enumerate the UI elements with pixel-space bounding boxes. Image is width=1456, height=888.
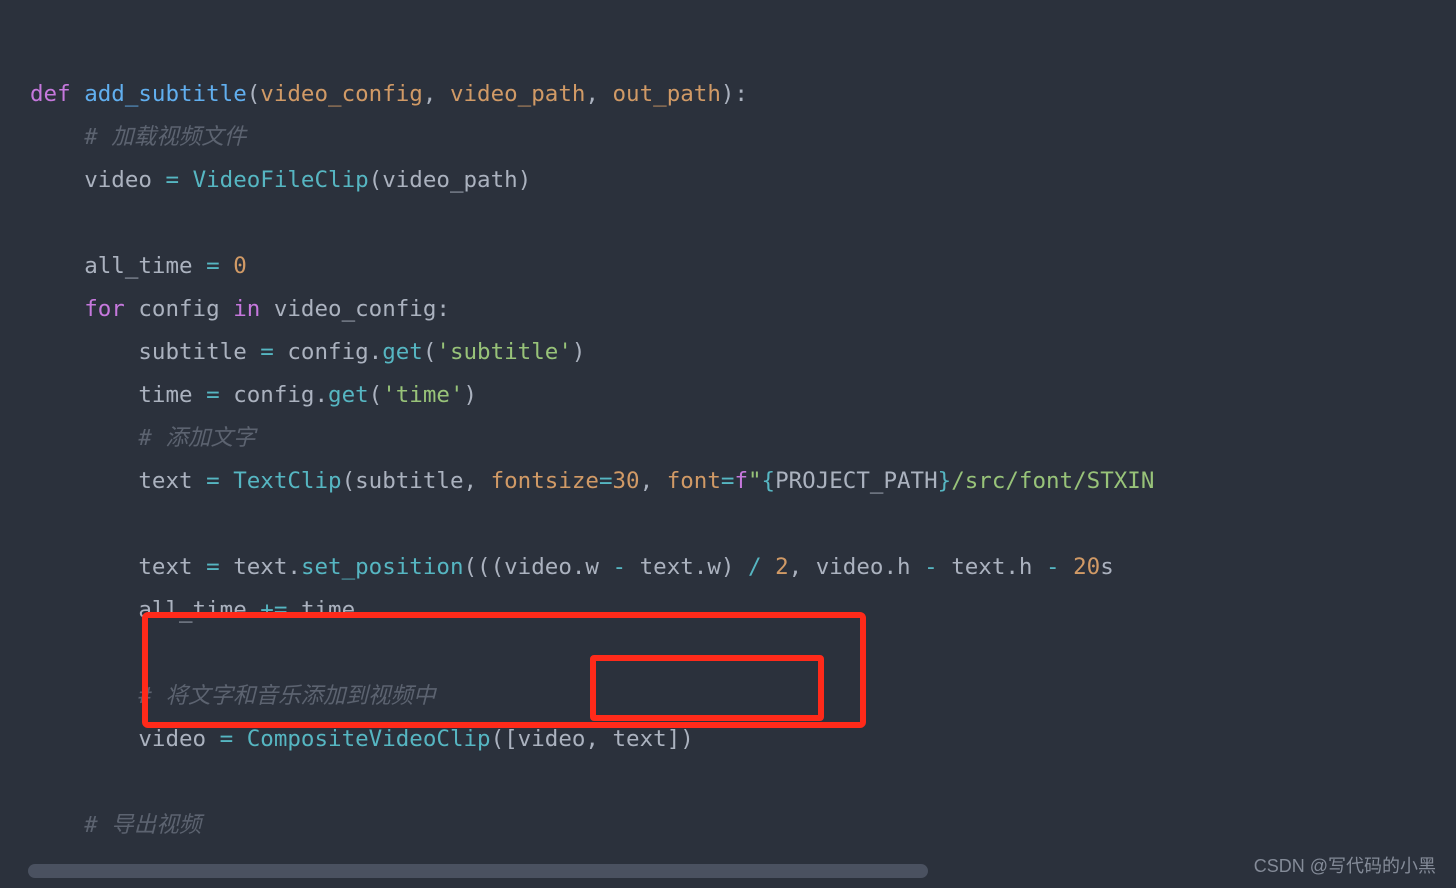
code-line: text = TextClip(subtitle, fontsize=30, f… xyxy=(30,468,1154,494)
code-line: time = config.get('time') xyxy=(30,382,477,408)
code-editor[interactable]: def add_subtitle(video_config, video_pat… xyxy=(0,0,1456,858)
code-line: def add_subtitle(video_config, video_pat… xyxy=(30,81,748,107)
highlight-box-inner xyxy=(590,655,824,721)
code-line xyxy=(30,210,44,236)
watermark-text: CSDN @写代码的小黑 xyxy=(1254,852,1436,878)
code-line: all_time += time xyxy=(30,597,355,623)
code-line: for config in video_config: xyxy=(30,296,450,322)
code-line: subtitle = config.get('subtitle') xyxy=(30,339,585,365)
code-line: text = text.set_position(((video.w - tex… xyxy=(30,554,1114,580)
code-line xyxy=(30,511,44,537)
code-line: video = VideoFileClip(video_path) xyxy=(30,167,531,193)
code-line: # 将文字和音乐添加到视频中 xyxy=(30,683,435,709)
code-line xyxy=(30,769,44,795)
code-line: video.write_videofile(out_path, codec='m… xyxy=(30,855,965,858)
code-line: # 导出视频 xyxy=(30,812,201,838)
highlight-box-outer xyxy=(142,612,866,728)
code-line: video = CompositeVideoClip([video, text]… xyxy=(30,726,694,752)
code-line: all_time = 0 xyxy=(30,253,247,279)
code-line xyxy=(30,640,44,666)
code-line: # 加载视频文件 xyxy=(30,124,246,150)
code-line: # 添加文字 xyxy=(30,425,255,451)
horizontal-scrollbar[interactable] xyxy=(28,864,928,878)
